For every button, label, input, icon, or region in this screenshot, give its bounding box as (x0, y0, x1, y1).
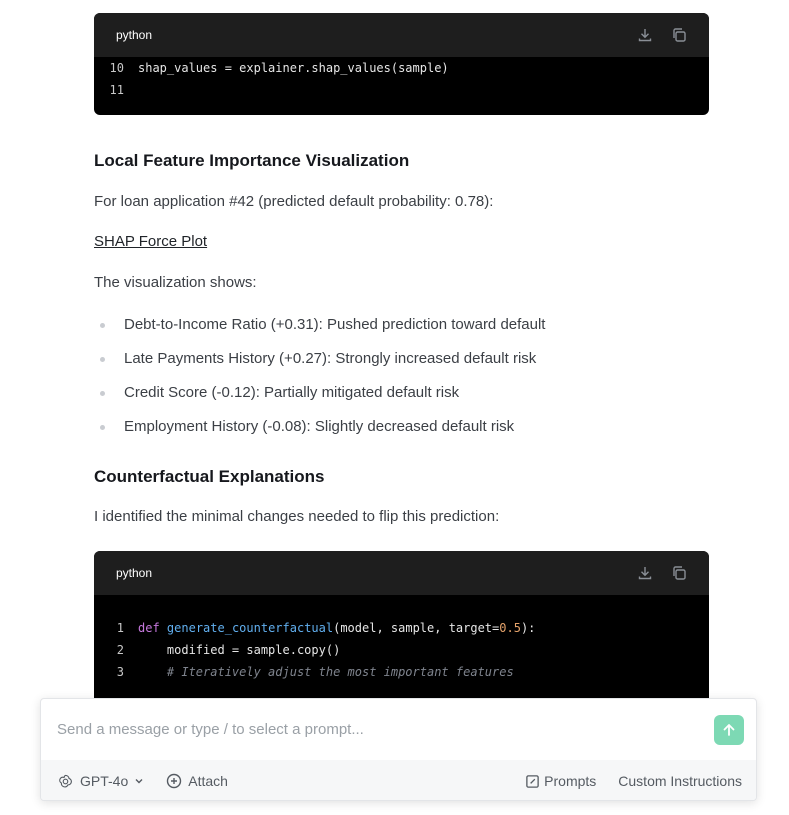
list-item: Late Payments History (+0.27): Strongly … (94, 349, 709, 383)
chat-message-content: python 10 shap_values = explainer.shap_v… (94, 13, 709, 705)
line-number: 10 (109, 61, 124, 75)
code-language: python (116, 28, 153, 42)
send-button[interactable] (714, 715, 744, 745)
code-text: (model, sample, target= (333, 621, 500, 635)
visualization-shows-text: The visualization shows: (94, 274, 257, 291)
list-item: Debt-to-Income Ratio (+0.31): Pushed pre… (94, 315, 709, 349)
list-item: Credit Score (-0.12): Partially mitigate… (94, 383, 709, 417)
code-block: python 1 def generate_counterfactual(mod… (94, 551, 709, 705)
code-header: python (94, 551, 709, 595)
message-composer: GPT-4o Attach Prompts Custom Instruction… (40, 698, 757, 801)
arrow-up-icon (723, 724, 735, 736)
copy-icon[interactable] (671, 27, 687, 43)
code-line: 2 modified = sample.copy() (94, 639, 709, 661)
code-line: 3 # Iteratively adjust the most importan… (94, 661, 709, 683)
shap-force-plot-link[interactable]: SHAP Force Plot (94, 233, 207, 250)
section-intro-local: For loan application #42 (predicted defa… (94, 193, 494, 210)
attach-label: Attach (188, 773, 228, 789)
openai-icon (59, 774, 72, 787)
prompts-button[interactable]: Prompts (525, 773, 596, 789)
model-selector[interactable]: GPT-4o (57, 773, 144, 790)
edit-square-icon (526, 774, 539, 788)
attach-button[interactable]: Attach (166, 773, 228, 789)
code-line: 11 (94, 79, 709, 101)
model-name: GPT-4o (80, 773, 129, 789)
line-number: 1 (116, 621, 124, 635)
code-function-name: generate_counterfactual (166, 621, 334, 635)
code-text: ): (520, 621, 536, 635)
download-icon[interactable] (637, 565, 653, 581)
composer-toolbar: GPT-4o Attach Prompts Custom Instruction… (41, 760, 756, 800)
code-actions (637, 27, 687, 43)
line-number: 3 (116, 665, 124, 679)
code-body: 1 def generate_counterfactual(model, sam… (94, 595, 709, 705)
section-heading-counterfactual: Counterfactual Explanations (94, 467, 325, 486)
code-actions (637, 565, 687, 581)
prompts-label: Prompts (544, 773, 597, 789)
code-line: 1 def generate_counterfactual(model, sam… (94, 617, 709, 639)
message-input[interactable] (41, 699, 756, 760)
custom-instructions-label: Custom Instructions (618, 773, 742, 789)
section-intro-counterfactual: I identified the minimal changes needed … (94, 508, 500, 525)
code-number: 0.5 (499, 621, 521, 635)
chevron-down-icon (135, 779, 143, 784)
line-number: 2 (116, 643, 124, 657)
code-text: shap_values = explainer.shap_values(samp… (138, 61, 449, 75)
code-keyword: def (138, 621, 160, 635)
feature-list: Debt-to-Income Ratio (+0.31): Pushed pre… (94, 315, 709, 451)
copy-icon[interactable] (671, 565, 687, 581)
code-comment: # Iteratively adjust the most important … (138, 665, 514, 679)
plus-circle-icon (167, 773, 182, 789)
code-language: python (116, 566, 153, 580)
code-body: 10 shap_values = explainer.shap_values(s… (94, 57, 709, 115)
download-icon[interactable] (637, 27, 653, 43)
custom-instructions-button[interactable]: Custom Instructions (618, 773, 742, 789)
code-text: modified = sample.copy() (138, 643, 341, 657)
code-block: python 10 shap_values = explainer.shap_v… (94, 13, 709, 115)
line-number: 11 (109, 83, 124, 97)
section-heading-local: Local Feature Importance Visualization (94, 151, 410, 170)
code-line: 10 shap_values = explainer.shap_values(s… (94, 57, 709, 79)
code-header: python (94, 13, 709, 57)
list-item: Employment History (-0.08): Slightly dec… (94, 417, 709, 451)
